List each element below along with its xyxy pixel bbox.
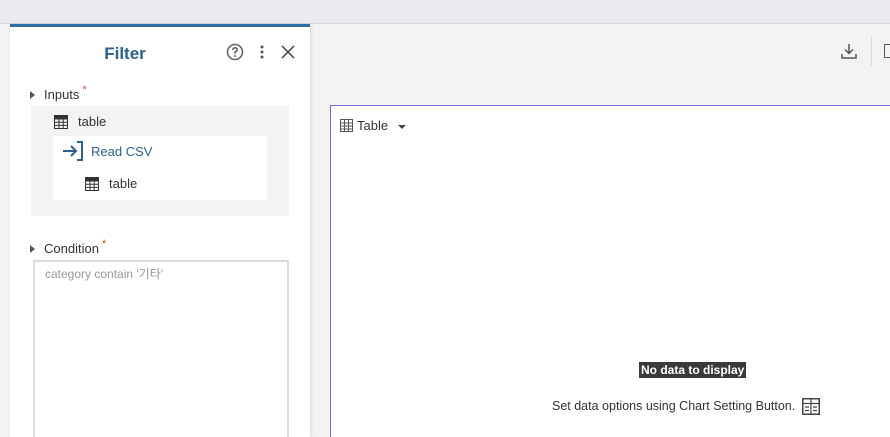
condition-text: category contain '기타' — [45, 267, 164, 281]
source-table-item[interactable]: table — [54, 114, 106, 129]
close-icon[interactable] — [277, 41, 299, 63]
more-vertical-icon[interactable] — [251, 41, 273, 63]
read-csv-label: Read CSV — [91, 143, 153, 159]
required-mark: * — [82, 83, 87, 96]
caret-right-icon — [30, 90, 35, 99]
panel-title: Filter — [104, 44, 146, 63]
setting-hint: Set data options using Chart Setting But… — [552, 397, 820, 415]
chart-type-label: Table — [357, 118, 389, 133]
output-table-label: table — [109, 176, 138, 191]
filter-panel: Filter Inputs * table Read CSV table Con… — [10, 24, 310, 437]
read-csv-item[interactable]: Read CSV — [62, 141, 152, 161]
help-icon[interactable] — [224, 41, 246, 63]
panel-toggle-icon[interactable] — [884, 44, 890, 58]
read-csv-step: Read CSV table — [53, 136, 267, 200]
chart-type-selector[interactable]: Table — [340, 118, 407, 133]
condition-label: Condition — [44, 241, 99, 256]
inputs-box: table Read CSV table — [31, 106, 289, 216]
toolbar-divider — [871, 36, 872, 66]
download-icon[interactable] — [838, 40, 860, 62]
hint-text: Set data options using Chart Setting But… — [552, 399, 796, 413]
import-arrow-icon — [62, 141, 83, 161]
empty-message: No data to display — [639, 362, 747, 378]
chart-setting-icon[interactable] — [801, 397, 820, 415]
table-icon — [340, 119, 353, 132]
inputs-label: Inputs — [44, 87, 80, 102]
chevron-down-icon — [398, 125, 407, 129]
condition-section-toggle[interactable]: Condition * — [30, 237, 107, 256]
top-bar — [0, 0, 890, 24]
source-table-label: table — [78, 114, 107, 129]
required-mark: * — [101, 237, 107, 250]
inputs-section-toggle[interactable]: Inputs * — [30, 83, 87, 102]
condition-editor[interactable]: category contain '기타' — [33, 260, 289, 437]
caret-right-icon — [30, 244, 35, 253]
table-icon — [54, 114, 68, 129]
chart-panel: Table No data to display Set data option… — [330, 105, 890, 437]
read-csv-output-item[interactable]: table — [85, 176, 137, 191]
table-icon — [85, 176, 99, 191]
